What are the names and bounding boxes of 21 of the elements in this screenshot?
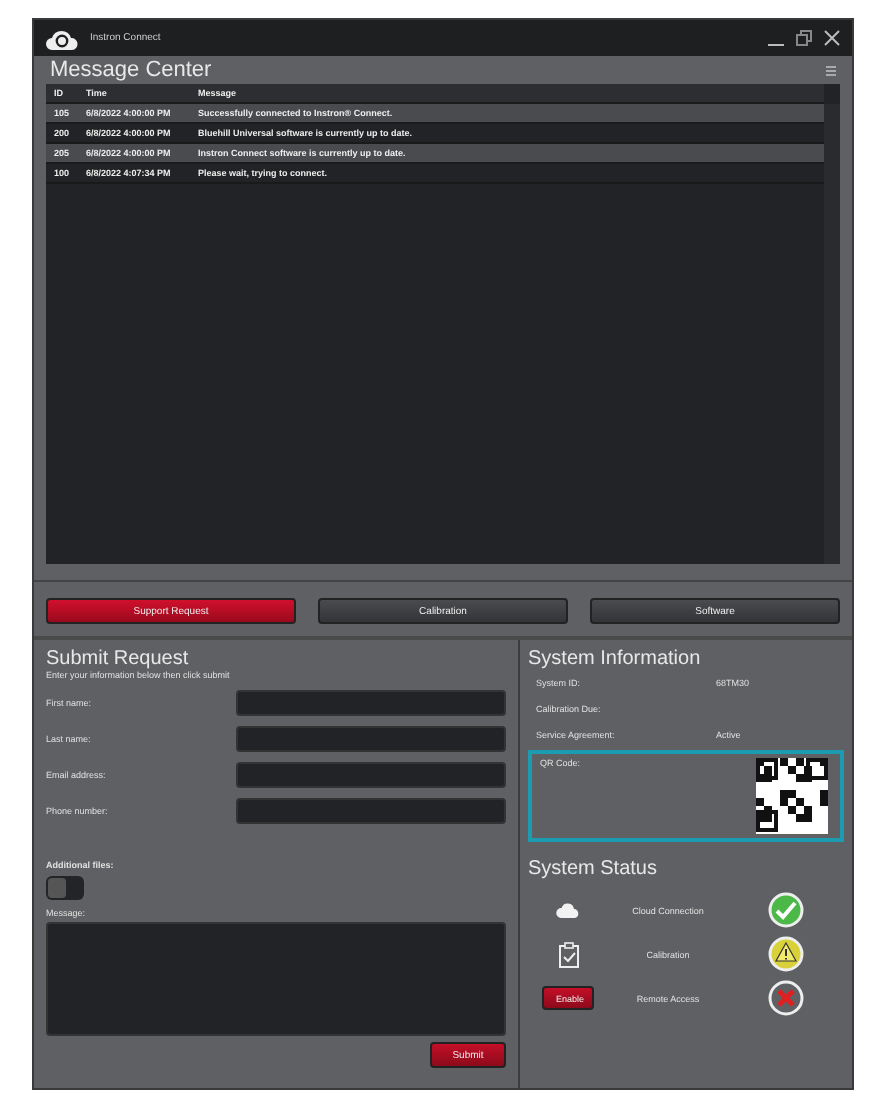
cloud-icon [556,902,580,918]
error-status-icon [768,980,804,1016]
message-field[interactable] [46,922,506,1036]
input-field[interactable] [236,690,506,716]
restore-icon[interactable] [796,30,812,46]
message-center-title: Message Center [50,58,212,82]
logo-icon [46,27,78,49]
menu-icon[interactable] [826,65,836,75]
system-status-title: System Status [528,858,659,880]
toggle-switch[interactable] [46,876,84,900]
warning-status-icon [768,936,804,972]
close-icon[interactable] [824,30,840,46]
submit-request-title: Submit Request [46,648,191,670]
qr-code [756,758,828,834]
input-field[interactable] [236,726,506,752]
clipboard-check-icon [557,941,579,967]
check-status-icon [768,892,804,928]
system-information-title: System Information [528,648,703,670]
input-field[interactable] [236,762,506,788]
scrollbar[interactable] [824,104,840,564]
input-field[interactable] [236,798,506,824]
